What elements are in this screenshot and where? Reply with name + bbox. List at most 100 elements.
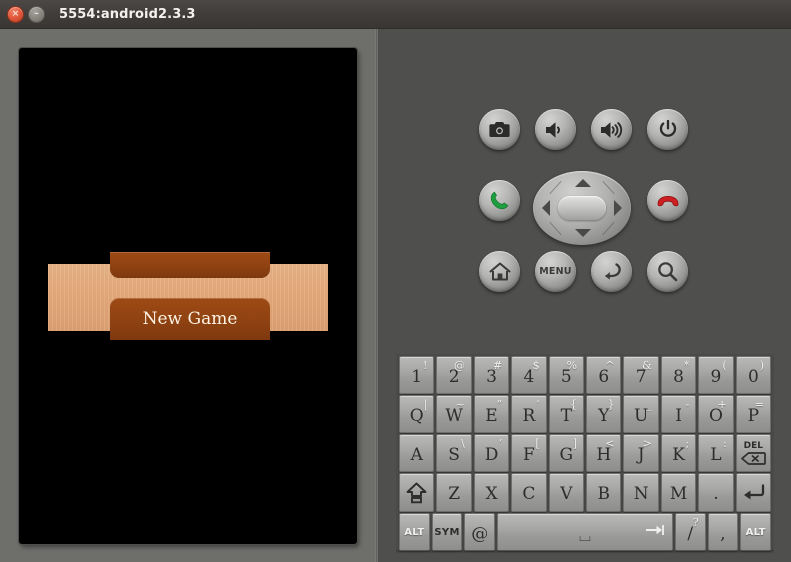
key-slash[interactable]: /? xyxy=(674,513,706,551)
phone-hangup-icon xyxy=(657,195,678,206)
key-e[interactable]: E” xyxy=(473,395,510,433)
key-u[interactable]: U _ xyxy=(623,395,659,433)
key-w[interactable]: W ~ xyxy=(436,395,472,433)
emulator-window: × – 5554:android2.3.3 New Game MENU 1 ! … xyxy=(0,0,791,562)
window-titlebar: × – 5554:android2.3.3 xyxy=(0,0,791,29)
key-comma[interactable]: , xyxy=(707,513,739,551)
key-at[interactable]: @ xyxy=(464,513,496,551)
back-button[interactable] xyxy=(591,251,632,292)
key-d[interactable]: D’ xyxy=(473,434,510,472)
key-delete[interactable]: DEL xyxy=(735,434,772,472)
virtual-keyboard[interactable]: 1! 2 @ 3 # 4 $ 5% 6 ^ 7 & 8 * 9( 0) Q | W ~ E” R… xyxy=(396,354,774,551)
key-7[interactable]: 7 & xyxy=(623,356,659,394)
key-4[interactable]: 4 $ xyxy=(511,356,547,394)
dpad-divider xyxy=(602,180,615,195)
key-a[interactable]: A xyxy=(399,434,435,472)
key-m[interactable]: M xyxy=(660,473,697,512)
key-n[interactable]: N xyxy=(623,473,659,512)
key-3[interactable]: 3 # xyxy=(473,356,510,394)
key-j[interactable]: J > xyxy=(623,434,659,472)
key-l[interactable]: L: xyxy=(698,434,734,472)
volume-up-icon xyxy=(600,121,622,138)
camera-button[interactable] xyxy=(479,109,520,150)
key-b[interactable]: B xyxy=(586,473,622,512)
keyboard-row-zxcv: Z X C V B N M . xyxy=(398,473,772,512)
key-2[interactable]: 2 @ xyxy=(436,356,472,394)
dpad-divider xyxy=(549,221,562,236)
key-1[interactable]: 1! xyxy=(399,356,435,394)
key-8[interactable]: 8 * xyxy=(660,356,697,394)
keyboard-row-bottom: ALT SYM @ ⌴ /? , ALT xyxy=(398,513,772,551)
key-6[interactable]: 6 ^ xyxy=(586,356,622,394)
keyboard-shadow xyxy=(396,550,774,554)
tab-icon xyxy=(645,521,665,540)
key-shift[interactable] xyxy=(399,473,435,512)
game-button-above[interactable] xyxy=(110,252,270,278)
menu-text-icon: MENU xyxy=(539,266,572,277)
search-icon xyxy=(658,262,678,282)
shift-icon xyxy=(406,482,427,503)
camera-icon xyxy=(489,122,510,137)
key-h[interactable]: H < xyxy=(586,434,622,472)
minimize-icon: – xyxy=(34,8,39,19)
key-s[interactable]: S \ xyxy=(436,434,472,472)
volume-up-button[interactable] xyxy=(591,109,632,150)
key-0[interactable]: 0) xyxy=(735,356,772,394)
key-f[interactable]: F[ xyxy=(511,434,547,472)
call-button[interactable] xyxy=(479,180,520,221)
key-i[interactable]: I- xyxy=(660,395,697,433)
key-q[interactable]: Q | xyxy=(399,395,435,433)
key-t[interactable]: T{ xyxy=(548,395,585,433)
home-button[interactable] xyxy=(479,251,520,292)
end-call-button[interactable] xyxy=(647,180,688,221)
key-y[interactable]: Y} xyxy=(586,395,622,433)
window-title: 5554:android2.3.3 xyxy=(59,6,196,22)
keyboard-row-qwerty: Q | W ~ E” R ‘ T{ Y} U _ I- O + P = xyxy=(398,395,772,433)
keyboard-row-asdf: A S \ D’ F[ G] H < J > K; L: DEL xyxy=(398,434,772,472)
search-button[interactable] xyxy=(647,251,688,292)
key-c[interactable]: C xyxy=(511,473,547,512)
home-icon xyxy=(489,262,510,281)
dpad-center-button[interactable] xyxy=(558,196,606,220)
power-button[interactable] xyxy=(647,109,688,150)
close-button[interactable]: × xyxy=(7,5,24,23)
dpad-down-arrow[interactable] xyxy=(575,229,591,237)
enter-icon xyxy=(744,483,765,499)
key-alt-right[interactable]: ALT xyxy=(740,513,772,551)
key-z[interactable]: Z xyxy=(436,473,472,512)
key-k[interactable]: K; xyxy=(660,434,697,472)
back-arrow-icon xyxy=(605,263,621,280)
window-body: New Game MENU 1 ! 2 @ 3 # 4 $ 5 % 6 ^ 7 … xyxy=(0,29,791,562)
dpad-up-arrow[interactable] xyxy=(575,179,591,187)
dpad-divider xyxy=(549,180,562,195)
new-game-button[interactable]: New Game xyxy=(110,298,270,340)
key-v[interactable]: V xyxy=(548,473,585,512)
control-pane: MENU 1! 2 @ 3 # 4 $ 5 % 6 ^ 7 & 8 * 9 (… xyxy=(378,29,791,562)
minimize-button[interactable]: – xyxy=(28,5,45,23)
space-glyph: ⌴ xyxy=(579,527,592,545)
key-sym[interactable]: SYM xyxy=(431,513,463,551)
key-enter[interactable] xyxy=(735,473,772,512)
key-5[interactable]: 5% xyxy=(548,356,585,394)
power-icon xyxy=(659,120,676,137)
key-g[interactable]: G] xyxy=(548,434,585,472)
volume-down-icon xyxy=(545,121,560,138)
phone-call-icon xyxy=(490,191,509,210)
key-period[interactable]: . xyxy=(698,473,734,512)
dpad-left-arrow[interactable] xyxy=(542,200,550,216)
key-space[interactable]: ⌴ xyxy=(497,513,673,551)
volume-down-button[interactable] xyxy=(535,109,576,150)
game-menu-panel: New Game xyxy=(48,252,328,340)
dpad-right-arrow[interactable] xyxy=(614,200,622,216)
key-p[interactable]: P = xyxy=(735,395,772,433)
key-x[interactable]: X xyxy=(473,473,510,512)
backspace-icon xyxy=(741,451,766,465)
key-alt-left[interactable]: ALT xyxy=(399,513,430,551)
keyboard-row-numbers: 1! 2 @ 3 # 4 $ 5% 6 ^ 7 & 8 * 9( 0) xyxy=(398,356,772,394)
key-r[interactable]: R ‘ xyxy=(511,395,547,433)
menu-button[interactable]: MENU xyxy=(535,251,576,292)
device-screen[interactable]: New Game xyxy=(19,48,357,544)
key-9[interactable]: 9( xyxy=(698,356,734,394)
key-o[interactable]: O + xyxy=(698,395,734,433)
dpad[interactable] xyxy=(533,171,631,245)
